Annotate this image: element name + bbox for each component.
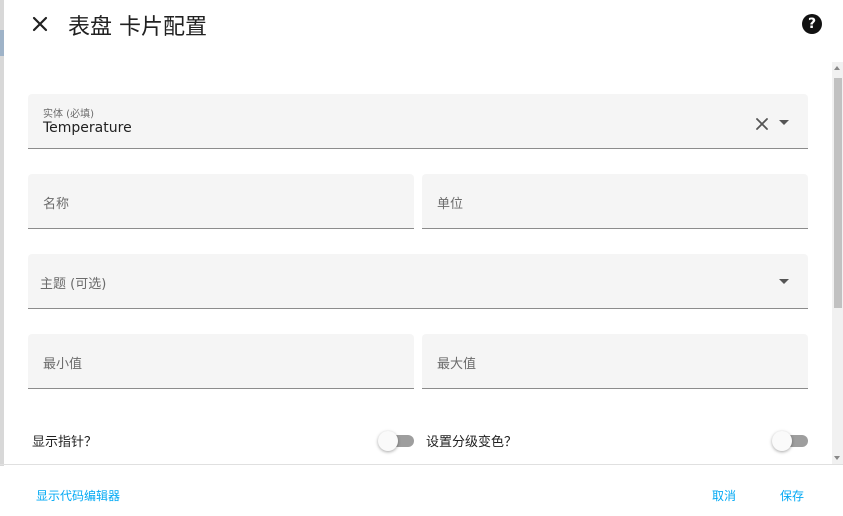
entity-field[interactable]: 实体 (必填) Temperature [28, 94, 808, 149]
severity-label: 设置分级变色？ [426, 435, 518, 450]
save-button[interactable]: 保存 [780, 487, 804, 504]
clear-icon[interactable] [755, 116, 769, 130]
entity-dropdown-arrow-icon[interactable] [779, 120, 789, 125]
close-icon[interactable] [28, 12, 52, 36]
show-needle-label: 显示指针？ [32, 435, 98, 450]
scroll-thumb[interactable] [834, 78, 842, 308]
show-needle-toggle[interactable] [378, 431, 414, 451]
name-field[interactable]: 名称 [28, 174, 414, 229]
dialog-header: 表盘 卡片配置 ? [0, 0, 843, 52]
theme-select[interactable]: 主题 (可选) [28, 254, 808, 309]
max-label: 最大值 [437, 357, 477, 372]
card-config-dialog: 表盘 卡片配置 ? 实体 (必填) Temperature 名称 单位 主题 (… [0, 0, 843, 516]
theme-label: 主题 (可选) [40, 277, 107, 292]
help-icon[interactable]: ? [802, 14, 822, 34]
toggle-thumb [378, 431, 398, 451]
cancel-button[interactable]: 取消 [712, 487, 736, 504]
dialog-title: 表盘 卡片配置 [68, 15, 207, 40]
scrollbar[interactable] [832, 62, 843, 464]
severity-toggle[interactable] [772, 431, 808, 451]
toggle-thumb [772, 431, 792, 451]
show-code-editor-button[interactable]: 显示代码编辑器 [36, 487, 120, 504]
unit-label: 单位 [437, 197, 464, 212]
entity-value: Temperature [43, 120, 132, 136]
min-label: 最小值 [43, 357, 83, 372]
unit-field[interactable]: 单位 [422, 174, 808, 229]
background-page-edge [0, 0, 4, 466]
max-field[interactable]: 最大值 [422, 334, 808, 389]
theme-dropdown-arrow-icon[interactable] [779, 279, 789, 284]
name-label: 名称 [43, 197, 70, 212]
min-field[interactable]: 最小值 [28, 334, 414, 389]
entity-label: 实体 (必填) [43, 109, 94, 120]
dialog-footer: 显示代码编辑器 取消 保存 [0, 464, 843, 516]
scroll-down-icon[interactable] [834, 456, 840, 460]
scroll-up-icon[interactable] [834, 66, 840, 70]
